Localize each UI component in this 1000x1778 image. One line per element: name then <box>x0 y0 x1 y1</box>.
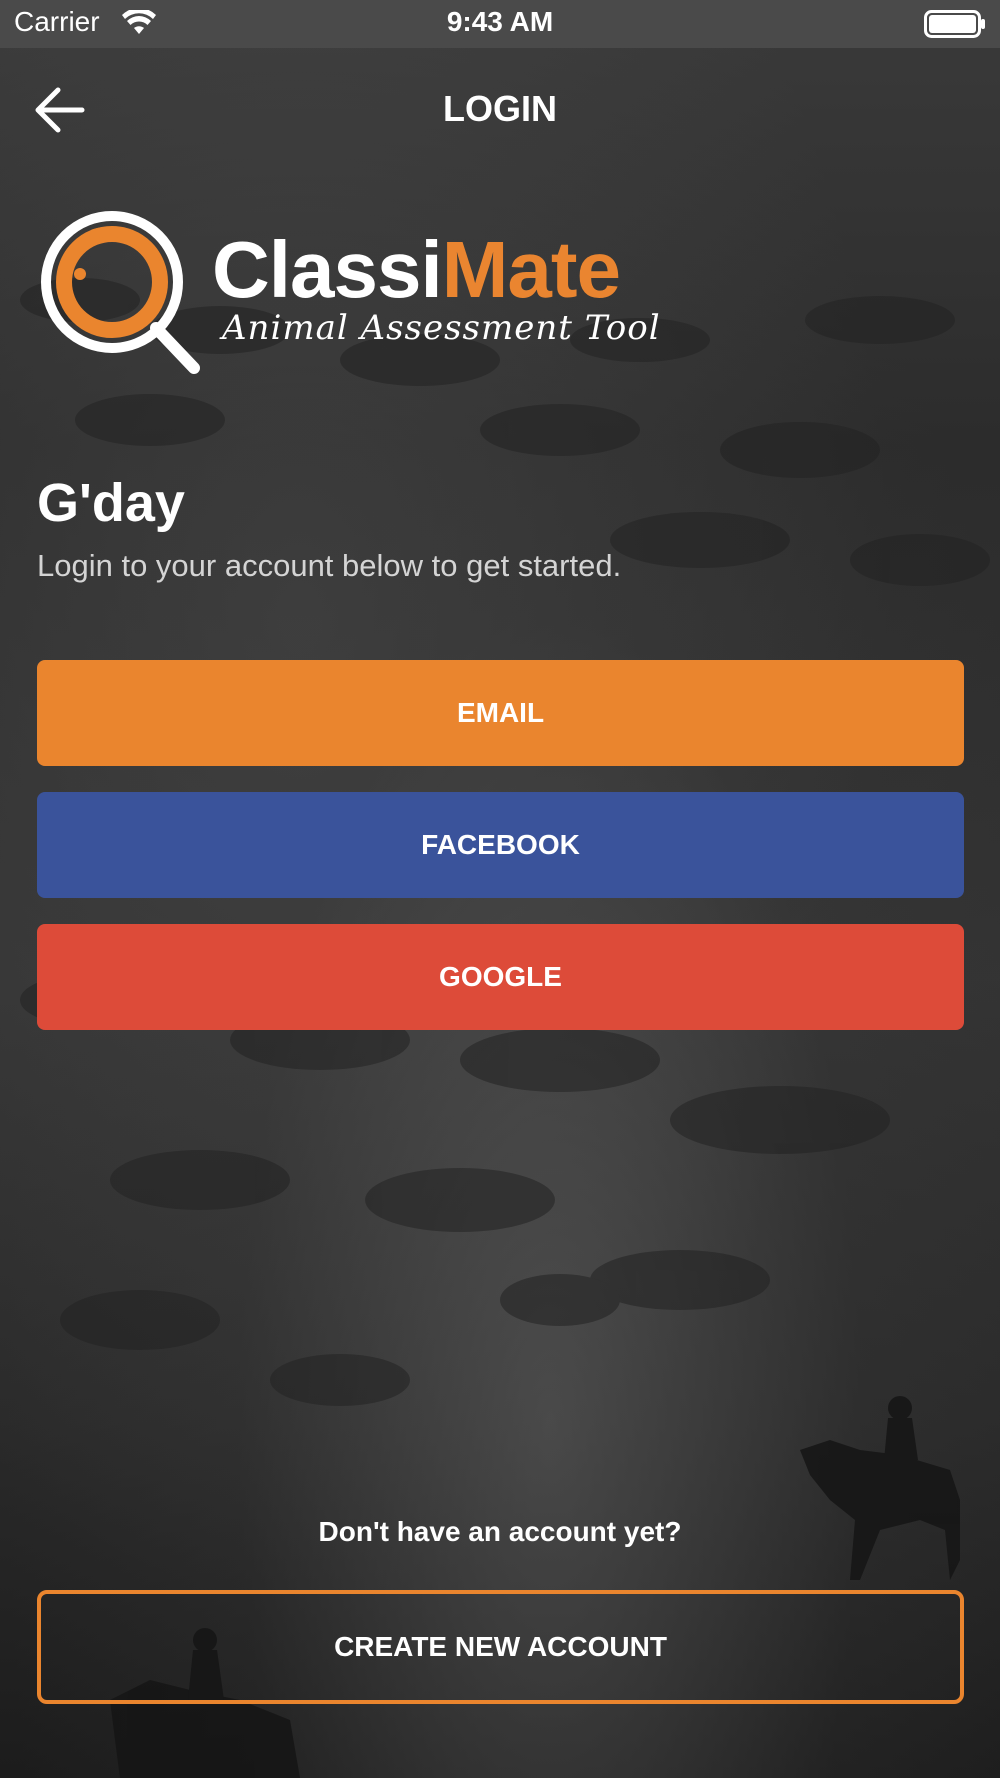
signup-prompt: Don't have an account yet? <box>318 1516 682 1547</box>
classimate-logo: ClassiMate Animal Assessment Tool <box>34 204 660 384</box>
logo-tagline: Animal Assessment Tool <box>222 308 661 348</box>
logo-text-classi: Classi <box>212 225 443 314</box>
create-account-button[interactable]: CREATE NEW ACCOUNT <box>37 1590 964 1704</box>
facebook-login-label: FACEBOOK <box>421 829 580 860</box>
logo-wordmark: ClassiMate <box>212 224 621 316</box>
email-login-label: EMAIL <box>456 697 545 728</box>
status-time: 9:43 AM <box>446 6 554 37</box>
login-screen: Carrier 9:43 AM LOGIN ClassiMate Animal … <box>0 0 1000 1778</box>
google-login-label: GOOGLE <box>439 961 562 992</box>
magnifier-logo-icon <box>41 211 200 374</box>
logo-text-mate: Mate <box>441 225 621 314</box>
google-login-button[interactable]: GOOGLE <box>37 924 964 1030</box>
greeting-title: G'day <box>37 473 185 533</box>
page-title: LOGIN <box>443 88 557 129</box>
email-login-button[interactable]: EMAIL <box>37 660 964 766</box>
status-bar: Carrier 9:43 AM <box>0 0 1000 48</box>
greeting-subtitle: Login to your account below to get start… <box>37 548 622 583</box>
facebook-login-button[interactable]: FACEBOOK <box>37 792 964 898</box>
battery-icon <box>924 10 985 38</box>
create-account-label: CREATE NEW ACCOUNT <box>334 1631 667 1662</box>
